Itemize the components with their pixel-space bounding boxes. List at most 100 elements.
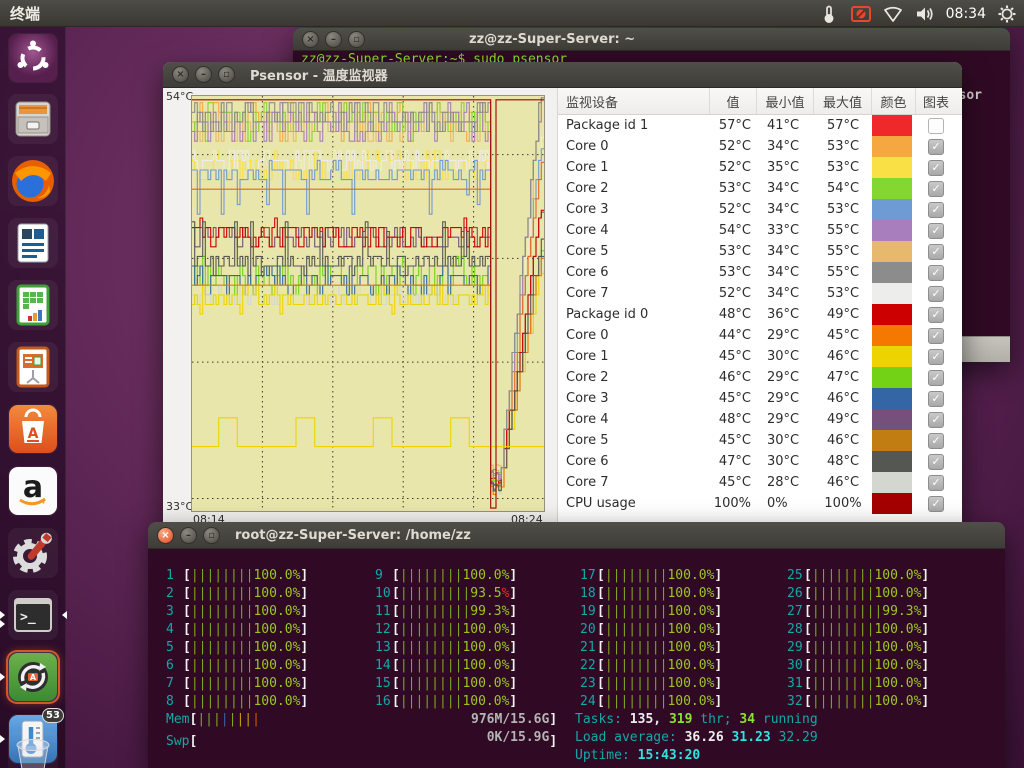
launcher-icon-system-settings[interactable] [8, 528, 58, 578]
table-row[interactable]: Core 253°C34°C54°C✓ [558, 178, 962, 199]
graph-checkbox[interactable]: ✓ [916, 283, 956, 304]
launcher-icon-files[interactable] [8, 94, 58, 144]
graph-checkbox[interactable]: ✓ [916, 157, 956, 178]
graph-checkbox[interactable]: ✓ [916, 367, 956, 388]
launcher-icon-ubuntu-software[interactable]: A [8, 404, 58, 454]
header-max[interactable]: 最大值 [814, 88, 872, 114]
table-row[interactable]: Core 553°C34°C55°C✓ [558, 241, 962, 262]
launcher-icon-terminal[interactable]: >_ [8, 590, 58, 640]
launcher-icon-libreoffice-calc[interactable] [8, 280, 58, 330]
sensor-color-swatch[interactable] [872, 178, 916, 199]
sensor-color-swatch[interactable] [872, 493, 916, 514]
bgterm-titlebar[interactable]: × – ▫ zz@zz-Super-Server: ~ [293, 28, 1010, 51]
table-row[interactable]: Core 647°C30°C48°C✓ [558, 451, 962, 472]
launcher-icon-libreoffice-writer[interactable] [8, 218, 58, 268]
psensor-titlebar[interactable]: × – ▫ Psensor - 温度监视器 [163, 62, 962, 88]
sensor-color-swatch[interactable] [872, 325, 916, 346]
app-menu-label[interactable]: 终端 [10, 3, 40, 24]
maximize-button[interactable]: ▫ [348, 31, 365, 48]
focused-app-arrow [62, 611, 67, 619]
sensor-color-swatch[interactable] [872, 283, 916, 304]
sensor-color-swatch[interactable] [872, 262, 916, 283]
graph-checkbox[interactable]: ✓ [916, 199, 956, 220]
sensor-color-swatch[interactable] [872, 136, 916, 157]
sensor-color-swatch[interactable] [872, 241, 916, 262]
volume-icon[interactable] [914, 3, 936, 25]
graph-checkbox[interactable]: ✓ [916, 430, 956, 451]
table-row[interactable]: Core 454°C33°C55°C✓ [558, 220, 962, 241]
table-row[interactable]: Core 653°C34°C55°C✓ [558, 262, 962, 283]
sensor-color-swatch[interactable] [872, 157, 916, 178]
sensor-min: 34°C [757, 262, 814, 283]
minimize-button[interactable]: – [180, 527, 197, 544]
network-icon[interactable] [882, 3, 904, 25]
launcher-icon-software-updater[interactable]: A [8, 652, 58, 702]
graph-checkbox[interactable]: ✓ [916, 325, 956, 346]
clock[interactable]: 08:34 [946, 6, 986, 22]
sensor-color-swatch[interactable] [872, 367, 916, 388]
graph-checkbox[interactable]: ✓ [916, 136, 956, 157]
close-button[interactable]: × [302, 31, 319, 48]
thermometer-icon[interactable] [818, 3, 840, 25]
table-row[interactable]: Core 246°C29°C47°C✓ [558, 367, 962, 388]
close-button[interactable]: × [157, 527, 174, 544]
launcher-icon-firefox[interactable] [8, 156, 58, 206]
table-row[interactable]: Core 745°C28°C46°C✓ [558, 472, 962, 493]
table-row[interactable]: Core 152°C35°C53°C✓ [558, 157, 962, 178]
sensor-color-swatch[interactable] [872, 304, 916, 325]
table-row[interactable]: Core 448°C29°C49°C✓ [558, 409, 962, 430]
table-row[interactable]: Core 345°C29°C46°C✓ [558, 388, 962, 409]
graph-checkbox[interactable]: ✓ [916, 472, 956, 493]
header-device[interactable]: 监视设备 [558, 88, 710, 114]
sensor-color-swatch[interactable] [872, 409, 916, 430]
graph-checkbox[interactable]: ✓ [916, 409, 956, 430]
sensor-min: 29°C [757, 367, 814, 388]
close-button[interactable]: × [172, 66, 189, 83]
sensor-name: Core 5 [558, 241, 710, 262]
table-row[interactable]: Package id 157°C41°C57°C [558, 115, 962, 136]
htop-titlebar[interactable]: × – ▫ root@zz-Super-Server: /home/zz [148, 522, 1005, 549]
table-row[interactable]: Core 545°C30°C46°C✓ [558, 430, 962, 451]
header-min[interactable]: 最小值 [757, 88, 814, 114]
record-blocked-icon[interactable] [850, 3, 872, 25]
graph-checkbox[interactable]: ✓ [916, 178, 956, 199]
launcher-icon-trash[interactable] [8, 731, 58, 768]
header-value[interactable]: 值 [710, 88, 757, 114]
table-row[interactable]: Core 052°C34°C53°C✓ [558, 136, 962, 157]
graph-checkbox[interactable]: ✓ [916, 304, 956, 325]
graph-checkbox[interactable]: ✓ [916, 220, 956, 241]
minimize-button[interactable]: – [195, 66, 212, 83]
sensor-color-swatch[interactable] [872, 220, 916, 241]
graph-checkbox[interactable]: ✓ [916, 388, 956, 409]
graph-checkbox[interactable] [916, 115, 956, 136]
graph-checkbox[interactable]: ✓ [916, 346, 956, 367]
graph-checkbox[interactable]: ✓ [916, 451, 956, 472]
session-gear-icon[interactable] [996, 3, 1018, 25]
table-row[interactable]: Core 145°C30°C46°C✓ [558, 346, 962, 367]
header-graph[interactable]: 图表 [916, 88, 956, 114]
cpu-meter: 21[||||||||100.0%] [580, 640, 722, 655]
maximize-button[interactable]: ▫ [218, 66, 235, 83]
maximize-button[interactable]: ▫ [203, 527, 220, 544]
sensor-color-swatch[interactable] [872, 346, 916, 367]
sensor-color-swatch[interactable] [872, 115, 916, 136]
table-row[interactable]: CPU usage100%0%100%✓ [558, 493, 962, 514]
graph-checkbox[interactable]: ✓ [916, 262, 956, 283]
sensor-color-swatch[interactable] [872, 388, 916, 409]
launcher-icon-amazon[interactable]: a [8, 466, 58, 516]
graph-checkbox[interactable]: ✓ [916, 493, 956, 514]
launcher-icon-dash[interactable] [8, 33, 58, 83]
sensor-color-swatch[interactable] [872, 430, 916, 451]
sensor-color-swatch[interactable] [872, 199, 916, 220]
sensor-color-swatch[interactable] [872, 451, 916, 472]
table-row[interactable]: Core 044°C29°C45°C✓ [558, 325, 962, 346]
table-row[interactable]: Package id 048°C36°C49°C✓ [558, 304, 962, 325]
graph-checkbox[interactable]: ✓ [916, 241, 956, 262]
minimize-button[interactable]: – [325, 31, 342, 48]
sensor-color-swatch[interactable] [872, 472, 916, 493]
header-color[interactable]: 颜色 [872, 88, 916, 114]
launcher-icon-libreoffice-impress[interactable] [8, 342, 58, 392]
window-pip [0, 620, 5, 628]
table-row[interactable]: Core 352°C34°C53°C✓ [558, 199, 962, 220]
table-row[interactable]: Core 752°C34°C53°C✓ [558, 283, 962, 304]
